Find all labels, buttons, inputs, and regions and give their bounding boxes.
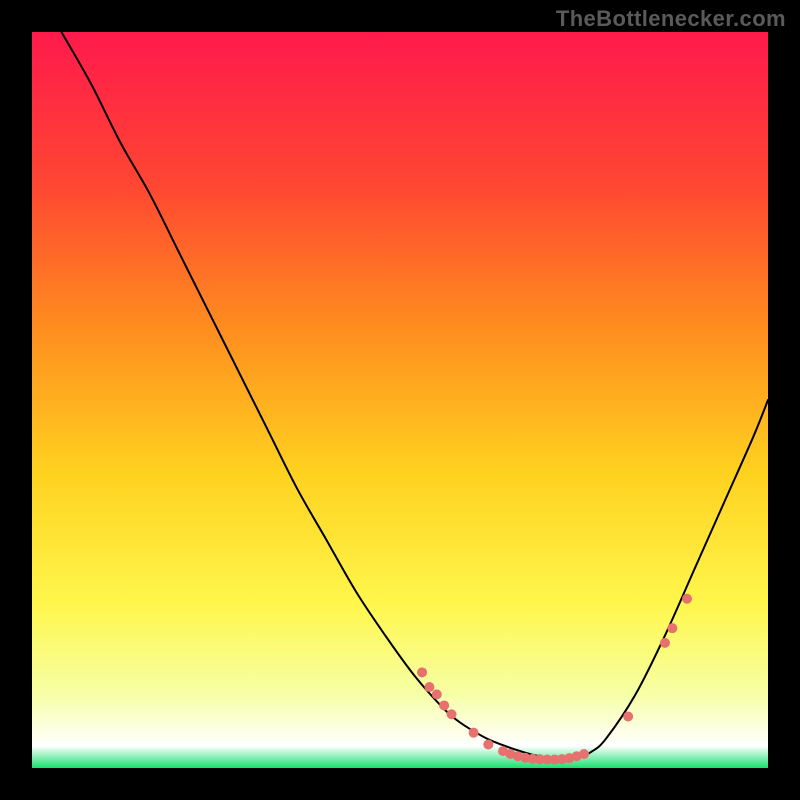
data-marker [417,667,427,677]
attribution-label: TheBottlenecker.com [556,6,786,32]
data-marker [483,739,493,749]
data-marker [432,689,442,699]
data-marker [682,594,692,604]
data-marker [469,728,479,738]
bottleneck-chart [32,32,768,768]
plot-area [32,32,768,768]
chart-container: TheBottlenecker.com [0,0,800,800]
data-marker [660,638,670,648]
data-marker [579,749,589,759]
data-marker [667,623,677,633]
data-marker [447,709,457,719]
data-marker [623,711,633,721]
data-marker [439,700,449,710]
data-marker [424,682,434,692]
